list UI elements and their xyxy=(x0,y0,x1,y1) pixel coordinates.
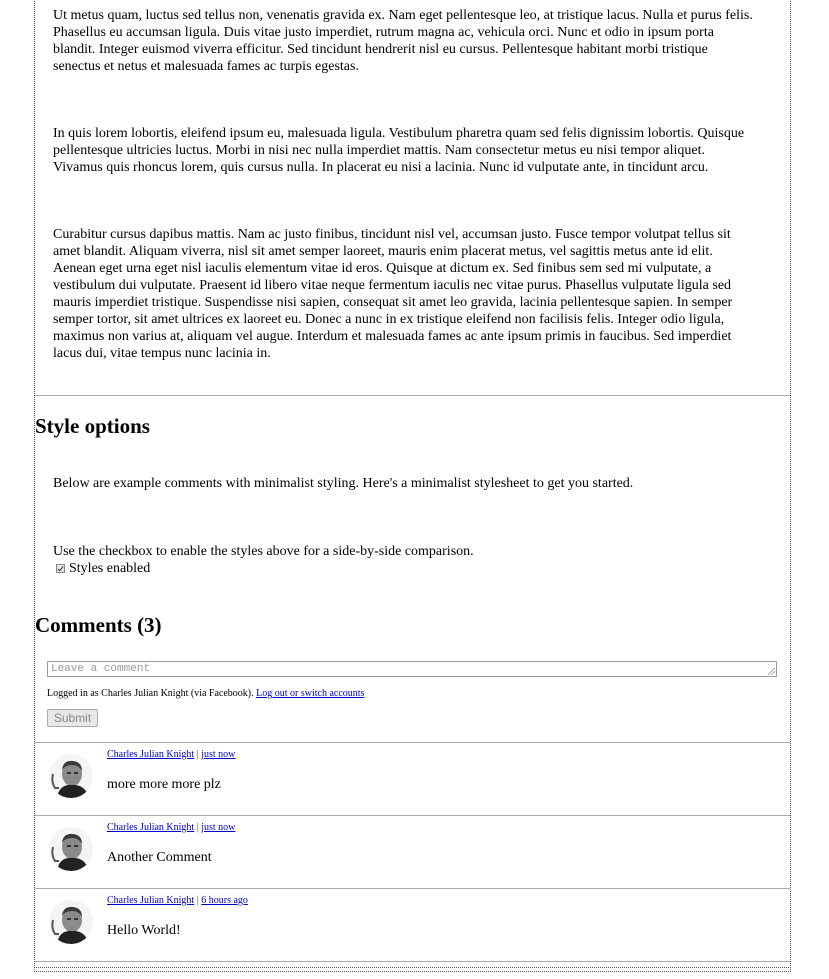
comment-item: Charles Julian Knight | just now Another… xyxy=(35,815,790,887)
section-divider xyxy=(35,395,790,396)
style-options-description: Below are example comments with minimali… xyxy=(53,476,634,491)
comments-heading: Comments (3) xyxy=(35,613,162,637)
avatar[interactable] xyxy=(49,827,93,871)
styles-toggle[interactable]: Styles enabled xyxy=(55,560,150,577)
submit-button[interactable]: Submit xyxy=(47,709,98,727)
comment-time-link[interactable]: just now xyxy=(201,822,235,833)
comment-meta: Charles Julian Knight | 6 hours ago xyxy=(107,895,248,907)
comment-divider xyxy=(35,961,790,962)
comment-text: more more more plz xyxy=(107,777,221,792)
comment-item: Charles Julian Knight | just now more mo… xyxy=(35,742,790,814)
styles-enabled-label: Styles enabled xyxy=(69,561,151,576)
comment-text: Hello World! xyxy=(107,923,181,938)
style-options-heading: Style options xyxy=(35,414,150,438)
styles-enabled-checkbox[interactable] xyxy=(56,564,65,573)
comment-item: Charles Julian Knight | 6 hours ago Hell… xyxy=(35,888,790,960)
intro-paragraph-1: Ut metus quam, luctus sed tellus non, ve… xyxy=(53,8,753,74)
logged-in-text: Logged in as Charles Julian Knight (via … xyxy=(47,688,254,699)
avatar[interactable] xyxy=(49,900,93,944)
comment-time-link[interactable]: 6 hours ago xyxy=(201,895,248,906)
comment-author-link[interactable]: Charles Julian Knight xyxy=(107,749,194,760)
resize-handle-icon[interactable] xyxy=(768,668,775,675)
logout-link[interactable]: Log out or switch accounts xyxy=(256,688,364,699)
comment-meta: Charles Julian Knight | just now xyxy=(107,822,235,834)
comment-time-link[interactable]: just now xyxy=(201,749,235,760)
avatar[interactable] xyxy=(49,754,93,798)
comment-meta: Charles Julian Knight | just now xyxy=(107,749,235,761)
comment-text: Another Comment xyxy=(107,850,212,865)
comment-author-link[interactable]: Charles Julian Knight xyxy=(107,895,194,906)
intro-paragraph-2: In quis lorem lobortis, eleifend ipsum e… xyxy=(53,126,745,175)
comment-input-placeholder: Leave a comment xyxy=(51,663,151,675)
checkbox-hint: Use the checkbox to enable the styles ab… xyxy=(53,544,474,559)
intro-paragraph-3: Curabitur cursus dapibus mattis. Nam ac … xyxy=(53,227,733,361)
comment-author-link[interactable]: Charles Julian Knight xyxy=(107,822,194,833)
frame-bottom-border xyxy=(34,967,791,968)
comment-input[interactable]: Leave a comment xyxy=(47,661,777,677)
login-status: Logged in as Charles Julian Knight (via … xyxy=(47,688,364,700)
